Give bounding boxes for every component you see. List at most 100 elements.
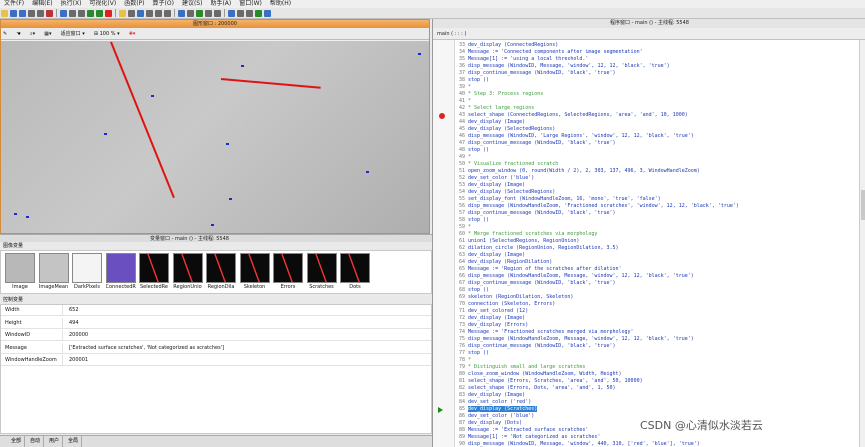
code-line[interactable]: 47 disp_continue_message (WindowID, 'blac…: [455, 140, 859, 147]
vertical-scrollbar[interactable]: [859, 40, 865, 447]
menu-item[interactable]: 编辑(E): [28, 0, 56, 8]
code-line[interactable]: 43 select_shape (ConnectedRegions, Select…: [455, 112, 859, 119]
code-line[interactable]: 52 dev_set_color ('blue'): [455, 175, 859, 182]
grid-icon[interactable]: ▦▾: [44, 29, 51, 39]
zoom-icon[interactable]: ⌕▾: [30, 29, 35, 39]
fit-window-button[interactable]: 适应窗口 ▾: [61, 29, 85, 39]
code-editor[interactable]: 33 dev_display (ConnectedRegions) 34 Messag…: [455, 40, 859, 447]
code-line[interactable]: 41 *: [455, 98, 859, 105]
code-line[interactable]: 38 stop (): [455, 77, 859, 84]
code-line[interactable]: 78 *: [455, 357, 859, 364]
control-variable-row[interactable]: Message ['Extracted surface scratches', '…: [1, 342, 431, 354]
code-line[interactable]: 33 dev_display (ConnectedRegions): [455, 42, 859, 49]
code-line[interactable]: 66 disp_message (WindowHandleZoom, Messag…: [455, 273, 859, 280]
menu-item[interactable]: 助手(A): [206, 0, 235, 8]
menu-item[interactable]: 函数(P): [120, 0, 148, 8]
toolbar-button-icon[interactable]: [228, 10, 235, 17]
toolbar-button-icon[interactable]: [96, 10, 103, 17]
icon-variable-item[interactable]: ConnectedR: [105, 253, 136, 293]
code-line[interactable]: 85 dev_display (Scratches): [455, 406, 859, 413]
code-line[interactable]: 50 * Visualize fractioned scratch: [455, 161, 859, 168]
code-line[interactable]: 37 disp_continue_message (WindowID, 'blac…: [455, 70, 859, 77]
variable-tab[interactable]: 全部: [8, 436, 26, 447]
toolbar-button-icon[interactable]: [205, 10, 212, 17]
code-line[interactable]: 35 Message[1] := 'using a local threshold…: [455, 56, 859, 63]
variable-tab[interactable]: 自动: [27, 436, 45, 447]
code-line[interactable]: 39 *: [455, 84, 859, 91]
toolbar-button-icon[interactable]: [155, 10, 162, 17]
icon-variable-item[interactable]: DarkPixels: [72, 253, 102, 293]
code-line[interactable]: 36 disp_message (WindowID, Message, 'wind…: [455, 63, 859, 70]
toolbar-button-icon[interactable]: [255, 10, 262, 17]
code-line[interactable]: 60 * Merge fractioned scratches via morph…: [455, 231, 859, 238]
code-line[interactable]: 82 select_shape (Errors, Dots, 'area', 'a…: [455, 385, 859, 392]
toolbar-button-icon[interactable]: [19, 10, 26, 17]
toolbar-button-icon[interactable]: [46, 10, 53, 17]
control-variable-row[interactable]: WindowHandleZoom 200001: [1, 355, 431, 366]
code-line[interactable]: 89 Message[1] := 'Not categorized as scra…: [455, 434, 859, 441]
toolbar-button-icon[interactable]: [28, 10, 35, 17]
code-line[interactable]: 75 disp_message (WindowHandleZoom, Messag…: [455, 336, 859, 343]
code-line[interactable]: 83 dev_display (Image): [455, 392, 859, 399]
toolbar-button-icon[interactable]: [146, 10, 153, 17]
code-line[interactable]: 53 dev_display (Image): [455, 182, 859, 189]
icon-variable-item[interactable]: Image: [5, 253, 35, 293]
color-picker-icon[interactable]: ✚▾: [129, 29, 136, 39]
code-line[interactable]: 81 select_shape (Errors, Scratches, 'area…: [455, 378, 859, 385]
icon-variable-item[interactable]: SelectedRe: [139, 253, 169, 293]
code-line[interactable]: 68 stop (): [455, 287, 859, 294]
code-line[interactable]: 49 *: [455, 154, 859, 161]
icon-variable-item[interactable]: ImageMean: [38, 253, 69, 293]
hand-icon[interactable]: ☚: [16, 29, 20, 39]
menu-item[interactable]: 算子(O): [149, 0, 178, 8]
control-variable-row[interactable]: Height 494: [1, 317, 431, 329]
code-line[interactable]: 59 *: [455, 224, 859, 231]
menu-item[interactable]: 执行(X): [57, 0, 86, 8]
code-line[interactable]: 69 skeleton (RegionDilation, Skeleton): [455, 294, 859, 301]
menu-item[interactable]: 建议(S): [178, 0, 207, 8]
toolbar-button-icon[interactable]: [214, 10, 221, 17]
code-line[interactable]: 73 dev_display (Errors): [455, 322, 859, 329]
code-line[interactable]: 62 dilation_circle (RegionUnion, RegionDi…: [455, 245, 859, 252]
code-line[interactable]: 40 * Step 3: Process regions: [455, 91, 859, 98]
code-line[interactable]: 51 open_zoom_window (0, round(Width / 2),…: [455, 168, 859, 175]
toolbar-button-icon[interactable]: [10, 10, 17, 17]
code-line[interactable]: 64 dev_display (RegionDilation): [455, 259, 859, 266]
procedure-selector[interactable]: main ( : : : ): [433, 28, 865, 40]
control-variable-row[interactable]: WindowID 200000: [1, 330, 431, 341]
code-line[interactable]: 42 * Select large regions: [455, 105, 859, 112]
toolbar-button-icon[interactable]: [178, 10, 185, 17]
variable-tab[interactable]: 全局: [65, 436, 83, 447]
icon-variable-item[interactable]: Skeleton: [239, 253, 270, 293]
toolbar-button-icon[interactable]: [37, 10, 44, 17]
scrollbar-thumb[interactable]: [861, 190, 865, 220]
toolbar-button-icon[interactable]: [69, 10, 76, 17]
toolbar-button-icon[interactable]: [60, 10, 67, 17]
menu-item[interactable]: 可视化(V): [85, 0, 120, 8]
code-line[interactable]: 63 dev_display (Image): [455, 252, 859, 259]
toolbar-button-icon[interactable]: [1, 10, 8, 17]
code-line[interactable]: 54 dev_display (SelectedRegions): [455, 189, 859, 196]
code-line[interactable]: 57 disp_continue_message (WindowID, 'blac…: [455, 210, 859, 217]
icon-variable-item[interactable]: Errors: [273, 253, 303, 293]
code-line[interactable]: 77 stop (): [455, 350, 859, 357]
code-line[interactable]: 80 close_zoom_window (WindowHandleZoom, W…: [455, 371, 859, 378]
icon-variable-item[interactable]: Dots: [340, 253, 370, 293]
code-line[interactable]: 34 Message := 'Connected components after…: [455, 49, 859, 56]
code-line[interactable]: 70 connection (Skeleton, Errors): [455, 301, 859, 308]
code-line[interactable]: 58 stop (): [455, 217, 859, 224]
toolbar-button-icon[interactable]: [264, 10, 271, 17]
toolbar-button-icon[interactable]: [246, 10, 253, 17]
code-line[interactable]: 48 stop (): [455, 147, 859, 154]
toolbar-button-icon[interactable]: [196, 10, 203, 17]
toolbar-button-icon[interactable]: [164, 10, 171, 17]
code-line[interactable]: 79 * Distinguish small and large scratche…: [455, 364, 859, 371]
code-line[interactable]: 46 disp_message (WindowID, 'Large Regions…: [455, 133, 859, 140]
toolbar-button-icon[interactable]: [78, 10, 85, 17]
control-variable-row[interactable]: Width 652: [1, 305, 431, 316]
toolbar-button-icon[interactable]: [128, 10, 135, 17]
code-line[interactable]: 55 set_display_font (WindowHandleZoom, 16…: [455, 196, 859, 203]
variable-tab[interactable]: 用户: [46, 436, 64, 447]
toolbar-button-icon[interactable]: [105, 10, 112, 17]
pencil-icon[interactable]: ✎: [3, 29, 7, 39]
